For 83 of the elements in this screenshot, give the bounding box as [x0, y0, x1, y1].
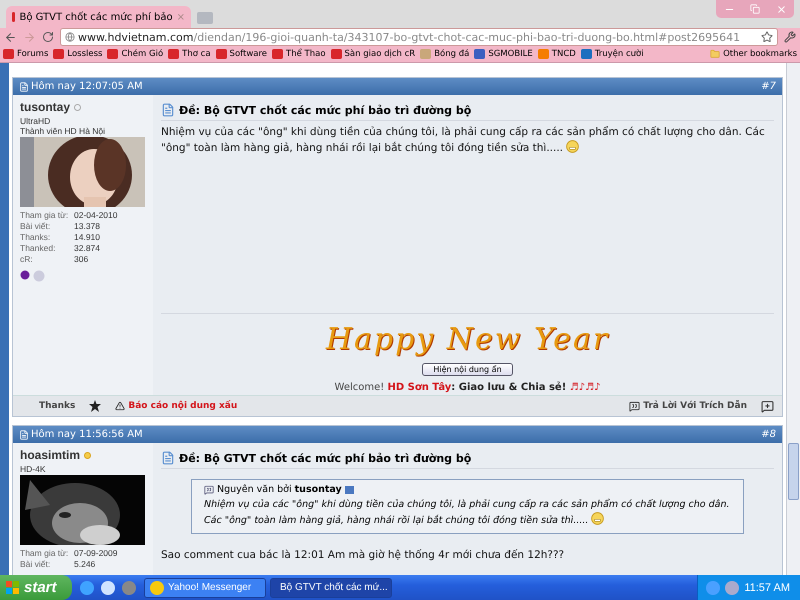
- slogan-text: : Giao lưu & Chia sẻ!: [451, 382, 568, 393]
- reload-icon[interactable]: [42, 31, 54, 43]
- user-title: UltraHD: [20, 116, 52, 126]
- windows-logo-icon: [6, 580, 20, 594]
- quote-text: Nhiệm vụ của các "ông" khi dùng tiền của chúng tôi, là phải cung cấp ra các sản phẩm có chất lượng cho dân. Các "ông" toàn làm hàng giả, hàng nhái rồi lại bắt chúng tôi đóng tiền sửa thì.....: [204, 498, 731, 528]
- stat-value: 32.874: [74, 243, 101, 254]
- post-time: Hôm nay 11:56:56 AM: [31, 429, 143, 440]
- banner-text: Happy New Year: [326, 322, 610, 357]
- quote-prefix: Nguyên văn bởi: [217, 484, 292, 495]
- bookmark-item[interactable]: Sàn giao dịch cR: [330, 49, 416, 59]
- music-notes: ♬♪♬♪: [570, 382, 600, 393]
- stat-label: Bài viết:: [20, 221, 52, 232]
- browser-tab[interactable]: Bộ GTVT chốt các mức phí bảo ×: [6, 6, 191, 28]
- document-icon: [161, 103, 175, 117]
- username[interactable]: tusontay: [20, 100, 70, 114]
- stat-label: Thanked:: [20, 243, 56, 254]
- thanks-button[interactable]: Thanks: [39, 401, 76, 411]
- warning-icon: [115, 401, 126, 411]
- stat-value: 5.246: [74, 559, 96, 570]
- user-title: Thành viên HD Hà Nội: [20, 126, 106, 136]
- tab-title: Bộ GTVT chốt các mức phí bảo: [19, 12, 173, 22]
- bookmark-item[interactable]: Software: [216, 49, 268, 59]
- quote-icon: [204, 484, 214, 494]
- user-title: HD-4K: [20, 464, 47, 474]
- wrench-icon[interactable]: [784, 31, 796, 43]
- bookmark-item[interactable]: SGMOBILE: [474, 49, 533, 59]
- multi-quote-icon[interactable]: [761, 400, 774, 412]
- scrollbar[interactable]: [786, 63, 800, 575]
- clock: 11:57 AM: [744, 582, 790, 594]
- tray-icon[interactable]: [725, 580, 740, 594]
- stat-value: 14.910: [74, 232, 101, 243]
- address-bar[interactable]: www.hdvietnam.com/diendan/196-gioi-quanh-ta/343107-bo-gtvt-chot-cac-muc-phi-bao-tri-duong-bo.html#post2695641: [60, 28, 778, 46]
- close-icon: [776, 4, 786, 14]
- bookmark-item[interactable]: Forums: [3, 49, 48, 59]
- site-name: HD Sơn Tây: [387, 382, 452, 393]
- bookmark-item[interactable]: Lossless: [53, 49, 102, 59]
- forward-icon[interactable]: [23, 30, 36, 44]
- username[interactable]: hoasimtim: [20, 448, 80, 462]
- tray-icon[interactable]: [706, 580, 720, 594]
- stat-value: 13.378: [74, 221, 101, 232]
- app-icon[interactable]: [101, 580, 115, 594]
- document-icon: [19, 430, 29, 440]
- bookmark-item[interactable]: Chém Gió: [107, 49, 164, 59]
- stat-value: 02-04-2010: [74, 210, 118, 221]
- post-number[interactable]: #8: [761, 429, 776, 440]
- quote-icon: [629, 400, 640, 412]
- post-time: Hôm nay 12:07:05 AM: [31, 81, 143, 92]
- other-bookmarks[interactable]: Other bookmarks: [710, 49, 797, 59]
- report-link[interactable]: Báo cáo nội dung xấu: [115, 401, 238, 411]
- back-icon[interactable]: [4, 30, 17, 44]
- bookmark-item[interactable]: Thể Thao: [272, 49, 326, 59]
- show-hidden-button[interactable]: Hiện nội dung ẩn: [422, 363, 513, 376]
- star-icon[interactable]: [89, 400, 102, 412]
- taskbar-button[interactable]: Bộ GTVT chốt các mứ...: [270, 578, 392, 598]
- globe-icon: [65, 32, 75, 42]
- bookmark-item[interactable]: Thơ ca: [168, 49, 211, 59]
- stat-label: Bài viết:: [20, 559, 52, 570]
- document-icon: [161, 451, 175, 465]
- post-number[interactable]: #7: [761, 81, 776, 92]
- taskbar-button[interactable]: Yahoo! Messenger: [144, 578, 266, 598]
- stat-label: cR:: [20, 254, 34, 265]
- quote-author[interactable]: tusontay: [294, 484, 342, 495]
- stat-value: 306: [74, 254, 90, 265]
- stat-value: 07-09-2009: [74, 548, 118, 559]
- bookmark-item[interactable]: Bóng đá: [420, 49, 470, 59]
- post-message: Sao comment cua bác là 12:01 Am mà giờ hệ thống 4r mới chưa đến 12h???: [161, 548, 566, 563]
- bookmark-item[interactable]: Truyện cười: [580, 49, 644, 59]
- bookmark-item[interactable]: TNCD: [538, 49, 576, 59]
- quote-reply-button[interactable]: Trả Lời Với Trích Dẫn: [629, 400, 747, 412]
- welcome-text: Welcome!: [334, 382, 386, 393]
- stat-label: Tham gia từ:: [20, 548, 70, 559]
- stat-label: Thanks:: [20, 232, 52, 243]
- folder-icon: [710, 49, 720, 59]
- smiley-icon: [591, 512, 604, 525]
- restore-icon: [750, 4, 760, 14]
- view-post-icon[interactable]: [344, 486, 354, 494]
- post-title: Đề: Bộ GTVT chốt các mức phí bảo trì đường bộ: [179, 104, 472, 116]
- bookmark-star-icon[interactable]: [761, 31, 773, 43]
- post-title: Đề: Bộ GTVT chốt các mức phí bảo trì đường bộ: [179, 452, 472, 464]
- post-message: Nhiệm vụ của các "ông" khi dùng tiền của chúng tôi, là phải cung cấp ra các sản phẩm có chất lượng cho dân. Các "ông" toàn làm hàng giả, hàng nhái rồi lại bắt chúng tôi đóng tiền sửa thì.....: [161, 125, 766, 156]
- stat-label: Tham gia từ:: [20, 210, 70, 221]
- document-icon: [19, 82, 29, 92]
- smiley-icon: [566, 140, 580, 153]
